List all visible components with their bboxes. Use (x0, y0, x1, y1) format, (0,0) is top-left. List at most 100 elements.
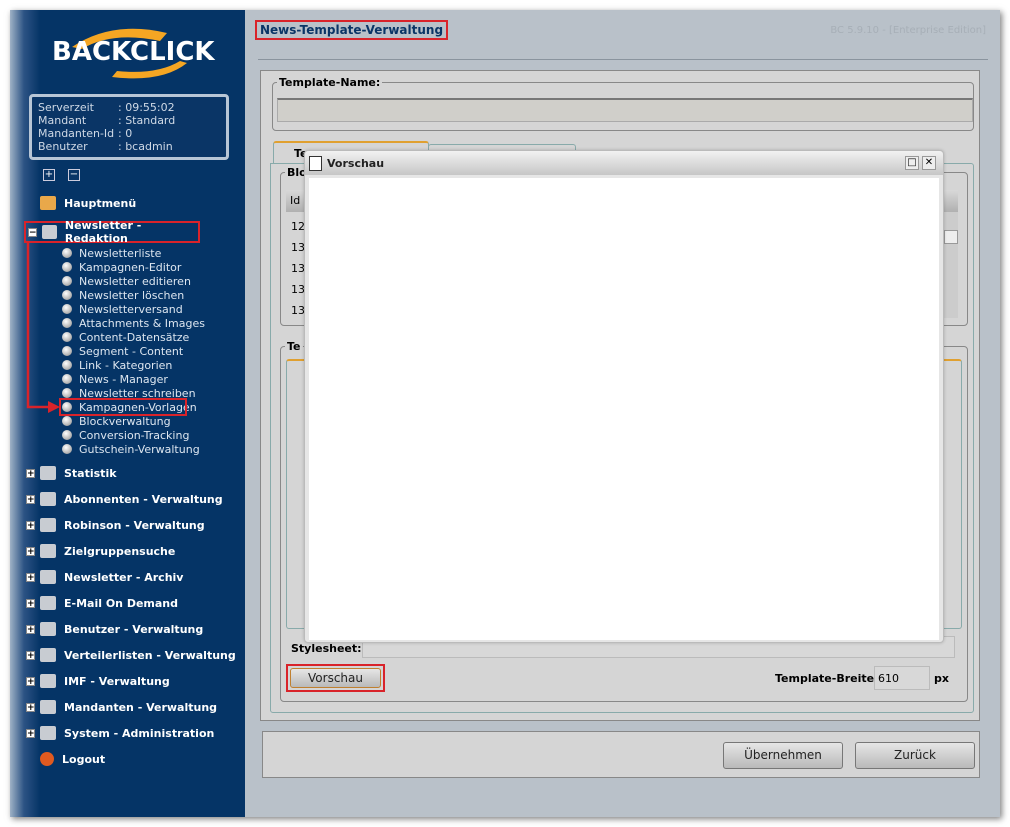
expand-icon[interactable]: + (26, 624, 35, 634)
nav-subitem-label: Kampagnen-Editor (79, 260, 182, 274)
maximize-button[interactable]: □ (905, 156, 919, 170)
expand-icon[interactable]: + (26, 702, 35, 712)
nav-subitem[interactable]: Segment - Content (62, 344, 183, 358)
collapse-all-button[interactable]: − (68, 169, 80, 181)
nav-subitem[interactable]: Content-Datensätze (62, 330, 189, 344)
table-row[interactable]: 13 (291, 258, 305, 279)
template-width-input[interactable]: 610 (874, 666, 930, 690)
nav-subitem[interactable]: Newsletter editieren (62, 274, 191, 288)
close-button[interactable]: ✕ (922, 156, 936, 170)
expand-icon[interactable]: + (26, 572, 35, 582)
nav-group[interactable]: + Abonnenten - Verwaltung (26, 490, 223, 508)
dialog-titlebar[interactable]: Vorschau (305, 151, 943, 175)
nav-subitem[interactable]: Attachments & Images (62, 316, 205, 330)
nav-group[interactable]: + E-Mail On Demand (26, 594, 178, 612)
info-value: : bcadmin (118, 140, 173, 153)
nav-subitem-label: Gutschein-Verwaltung (79, 442, 200, 456)
nav-group[interactable]: + System - Administration (26, 724, 214, 742)
nav-subitem-label: Conversion-Tracking (79, 428, 190, 442)
nav-group[interactable]: + Mandanten - Verwaltung (26, 698, 217, 716)
nav-group[interactable]: + Statistik (26, 464, 117, 482)
nav-home[interactable]: Hauptmenü (40, 194, 136, 212)
table-scrollbar[interactable] (944, 212, 958, 318)
bullet-icon (62, 262, 72, 272)
nav-subitem-label: Newsletterliste (79, 246, 162, 260)
expand-icon[interactable]: + (26, 676, 35, 686)
info-label: Mandanten-Id (38, 127, 115, 140)
nav-subitem-label: Attachments & Images (79, 316, 205, 330)
back-button[interactable]: Zurück (855, 742, 975, 769)
nav-logout[interactable]: Logout (40, 750, 105, 768)
expand-icon[interactable]: + (26, 598, 35, 608)
bullet-icon (62, 346, 72, 356)
expand-icon[interactable]: + (26, 650, 35, 660)
nav-group[interactable]: + IMF - Verwaltung (26, 672, 170, 690)
nav-subitem[interactable]: Newsletterliste (62, 246, 161, 260)
divider (258, 59, 988, 60)
template-name-label: Template-Name: (279, 76, 381, 89)
nav-subitem[interactable]: Newsletterversand (62, 302, 183, 316)
bullet-icon (62, 374, 72, 384)
backclick-logo: BACKCLICK (52, 25, 215, 85)
home-icon (40, 196, 56, 210)
nav-group-label: Robinson - Verwaltung (64, 518, 205, 532)
nav-subitem-label: Blockverwaltung (79, 414, 171, 428)
document-preview-icon (309, 155, 322, 171)
expand-icon[interactable]: + (26, 728, 35, 738)
bullet-icon (62, 276, 72, 286)
preview-button[interactable]: Vorschau (290, 668, 381, 688)
nav-group[interactable]: + Benutzer - Verwaltung (26, 620, 203, 638)
expand-icon[interactable]: + (26, 546, 35, 556)
px-unit-label: px (934, 672, 949, 685)
nav-group[interactable]: + Robinson - Verwaltung (26, 516, 205, 534)
template-legend: Te (287, 340, 301, 353)
folder-icon (40, 674, 56, 688)
folder-icon (42, 225, 57, 239)
nav-subitem[interactable]: Conversion-Tracking (62, 428, 189, 442)
table-row[interactable]: 13 (291, 237, 305, 258)
nav-subitem[interactable]: Blockverwaltung (62, 414, 171, 428)
table-row[interactable]: 12 (291, 216, 305, 237)
folder-icon (40, 570, 56, 584)
table-row[interactable]: 13 (291, 300, 305, 321)
nav-group-label: System - Administration (64, 726, 215, 740)
nav-subitem-label: Link - Kategorien (79, 358, 173, 372)
folder-icon (40, 518, 56, 532)
folder-icon (40, 726, 56, 740)
template-name-input[interactable] (277, 98, 973, 122)
nav-group[interactable]: + Newsletter - Archiv (26, 568, 183, 586)
nav-subitem[interactable]: Gutschein-Verwaltung (62, 442, 200, 456)
apply-button[interactable]: Übernehmen (723, 742, 843, 769)
nav-subitem[interactable]: Link - Kategorien (62, 358, 172, 372)
template-width-label: Template-Breite: (775, 672, 879, 685)
nav-group-label: Statistik (64, 466, 117, 480)
nav-subitem[interactable]: Kampagnen-Editor (62, 260, 181, 274)
nav-subitem[interactable]: Newsletter löschen (62, 288, 184, 302)
expand-all-button[interactable]: + (43, 169, 55, 181)
folder-icon (40, 492, 56, 506)
nav-group[interactable]: + Zielgruppensuche (26, 542, 175, 560)
info-value: : 0 (118, 127, 133, 140)
preview-dialog: Vorschau □ ✕ (304, 150, 944, 643)
table-row[interactable]: 13 (291, 279, 305, 300)
info-value: : Standard (118, 114, 176, 127)
expand-icon[interactable]: + (26, 494, 35, 504)
expand-icon[interactable]: + (26, 468, 35, 478)
nav-subitem-label: Newsletter löschen (79, 288, 185, 302)
nav-subitem[interactable]: News - Manager (62, 372, 168, 386)
preview-content (309, 178, 939, 640)
dialog-title: Vorschau (327, 156, 385, 170)
nav-subitem-label: Newsletterversand (79, 302, 183, 316)
table-rows: 12 13 13 13 13 (291, 216, 305, 321)
expand-icon[interactable]: + (26, 520, 35, 530)
bullet-icon (62, 388, 72, 398)
nav-subitem-label: Segment - Content (79, 344, 184, 358)
folder-icon (40, 544, 56, 558)
bullet-icon (62, 290, 72, 300)
collapse-icon[interactable]: − (28, 227, 37, 237)
nav-group[interactable]: + Verteilerlisten - Verwaltung (26, 646, 236, 664)
bullet-icon (62, 444, 72, 454)
folder-icon (40, 648, 56, 662)
nav-group-label: Mandanten - Verwaltung (64, 700, 218, 714)
page-title: News-Template-Verwaltung (255, 20, 449, 40)
